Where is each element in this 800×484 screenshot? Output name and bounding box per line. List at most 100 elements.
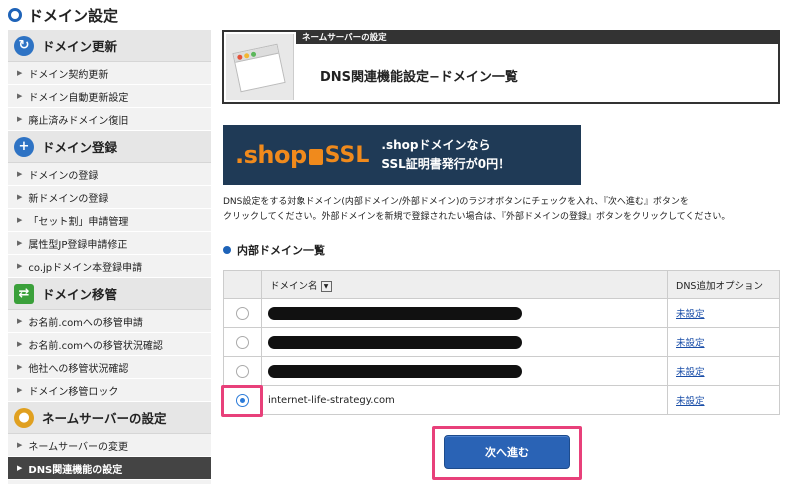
sidebar-group-label: ドメイン移管 [42,287,118,302]
sidebar-group-register[interactable]: + ドメイン登録 [8,131,211,163]
sidebar-group-label: ドメイン登録 [42,140,118,155]
instruction-text: DNS設定をする対象ドメイン(内部ドメイン/外部ドメイン)のラジオボタンにチェッ… [223,195,743,225]
next-button[interactable]: 次へ進む [444,435,570,469]
option-link[interactable]: 未設定 [676,309,705,320]
browser-window-icon [226,34,294,100]
internal-domain-title: 内部ドメイン一覧 [237,244,325,257]
sidebar-item-restore[interactable]: ▶ 廃止済みドメイン復旧 [8,108,211,131]
radio-cell [223,385,262,415]
arrow-right-icon: ▶ [17,340,23,348]
table-header-option: DNS追加オプション [667,270,780,299]
arrow-right-icon: ▶ [17,239,23,247]
refresh-icon: ↻ [14,35,34,56]
arrow-right-icon: ▶ [17,317,23,325]
option-cell: 未設定 [667,298,780,328]
arrow-right-icon: ▶ [17,69,23,77]
sidebar-item-dns-settings[interactable]: ▶ DNS関連機能の設定 [8,457,211,480]
section-header-box: ネームサーバーの設定 DNS関連機能設定−ドメイン一覧 [222,30,780,104]
instruction-line-1: DNS設定をする対象ドメイン(内部ドメイン/外部ドメイン)のラジオボタンにチェッ… [223,197,689,207]
sidebar-item-transfer-status[interactable]: ▶ お名前.comへの移管状況確認 [8,333,211,356]
redacted-domain [268,306,522,320]
sidebar-item-domain-register[interactable]: ▶ ドメインの登録 [8,163,211,186]
banner-logo: .shop [235,141,307,169]
sidebar-item-other-transfer[interactable]: ▶ 他社への移管状況確認 [8,356,211,379]
sidebar-item-label: ドメイン自動更新設定 [28,92,129,104]
internal-domain-heading: 内部ドメイン一覧 [223,242,325,258]
arrow-right-icon: ▶ [17,363,23,371]
table-header-domain[interactable]: ドメイン名 ▼ [261,270,668,299]
sidebar-group-label: ドメイン更新 [42,39,118,54]
sidebar-item-contract-renew[interactable]: ▶ ドメイン契約更新 [8,62,211,85]
domain-cell: internet-life-strategy.com [261,385,668,415]
domain-radio[interactable] [236,335,249,349]
sort-down-icon[interactable]: ▼ [320,280,332,292]
instruction-line-2: クリックしてください。外部ドメインを新規で登録されたい場合は、『外部ドメインの登… [223,212,731,222]
banner-logo-text: .shop [235,141,307,169]
option-cell: 未設定 [667,327,780,357]
arrow-right-icon: ▶ [17,193,23,201]
section-heading: DNS関連機能設定−ドメイン一覧 [320,70,518,85]
sidebar-item-label: ネームサーバーの変更 [28,441,128,453]
domain-radio-selected[interactable] [236,393,249,407]
sidebar-item-label: ドメイン移管ロック [28,386,119,398]
banner-copy: .shopドメインなら SSL証明書発行が0円！ [381,136,510,174]
domain-radio[interactable] [236,306,249,320]
section-strip-label: ネームサーバーの設定 [296,32,778,44]
transfer-icon: ⇄ [14,283,34,304]
arrow-right-icon: ▶ [17,441,23,449]
sidebar-item-label: ドメイン契約更新 [28,69,109,81]
sidebar-item-transfer-lock[interactable]: ▶ ドメイン移管ロック [8,379,211,402]
sidebar-item-jp-modify[interactable]: ▶ 属性型JP登録申請修正 [8,232,211,255]
bullet-icon [223,246,231,254]
table-row: 未設定 [223,327,780,357]
radio-cell [223,356,262,386]
option-cell: 未設定 [667,356,780,386]
sidebar-item-auto-renew[interactable]: ▶ ドメイン自動更新設定 [8,85,211,108]
page-title: ドメイン設定 [8,4,118,26]
table-header-select [223,270,262,299]
domain-cell [261,327,668,357]
radio-cell [223,327,262,357]
redacted-domain [268,364,522,378]
option-cell: 未設定 [667,385,780,415]
sidebar-item-label: お名前.comへの移管状況確認 [28,340,163,352]
sidebar-item-label: 属性型JP登録申請修正 [28,239,128,251]
arrow-right-icon: ▶ [17,216,23,224]
sidebar-item-label: co.jpドメイン本登録申請 [28,262,143,274]
sidebar-item-transfer-apply[interactable]: ▶ お名前.comへの移管申請 [8,310,211,333]
sidebar-item-label: ドメインの登録 [28,170,99,182]
promo-banner[interactable]: .shop SSL .shopドメインなら SSL証明書発行が0円！ [223,125,581,185]
arrow-right-icon: ▶ [17,92,23,100]
title-bullet-icon [8,8,22,22]
sidebar-item-cojp-register[interactable]: ▶ co.jpドメイン本登録申請 [8,255,211,278]
sidebar-item-label: 廃止済みドメイン復旧 [28,115,129,127]
option-link[interactable]: 未設定 [676,396,705,407]
option-link[interactable]: 未設定 [676,367,705,378]
domain-radio[interactable] [236,364,249,378]
sidebar-item-label: 「セット割」申請管理 [28,216,129,228]
sidebar-item-label: DNS関連機能の設定 [28,464,123,476]
sidebar-item-label: 他社への移管状況確認 [28,363,129,375]
sidebar-item-set-discount[interactable]: ▶ 「セット割」申請管理 [8,209,211,232]
banner-line-1: .shopドメインなら [381,138,491,152]
domain-cell [261,356,668,386]
arrow-right-icon: ▶ [17,464,23,472]
page-title-text: ドメイン設定 [28,6,119,25]
person-icon: ● [14,407,34,428]
sidebar-item-label: お名前.comへの移管申請 [28,317,143,329]
sidebar-item-ns-change[interactable]: ▶ ネームサーバーの変更 [8,434,211,457]
table-row: 未設定 [223,356,780,386]
arrow-right-icon: ▶ [17,170,23,178]
sidebar-group-transfer[interactable]: ⇄ ドメイン移管 [8,278,211,310]
sidebar-group-renew[interactable]: ↻ ドメイン更新 [8,30,211,62]
plus-icon: + [14,136,34,157]
col-domain-label: ドメイン名 [270,280,318,292]
lock-icon [308,149,323,165]
banner-line-2: SSL証明書発行が0円！ [381,157,511,171]
option-link[interactable]: 未設定 [676,338,705,349]
domain-table: ドメイン名 ▼ DNS追加オプション 未設定 未設定 未設定 internet-l… [223,270,780,415]
domain-name: internet-life-strategy.com [268,394,395,406]
sidebar-group-nameserver[interactable]: ● ネームサーバーの設定 [8,402,211,434]
sidebar-item-new-domain[interactable]: ▶ 新ドメインの登録 [8,186,211,209]
sidebar-group-label: ネームサーバーの設定 [42,411,167,426]
